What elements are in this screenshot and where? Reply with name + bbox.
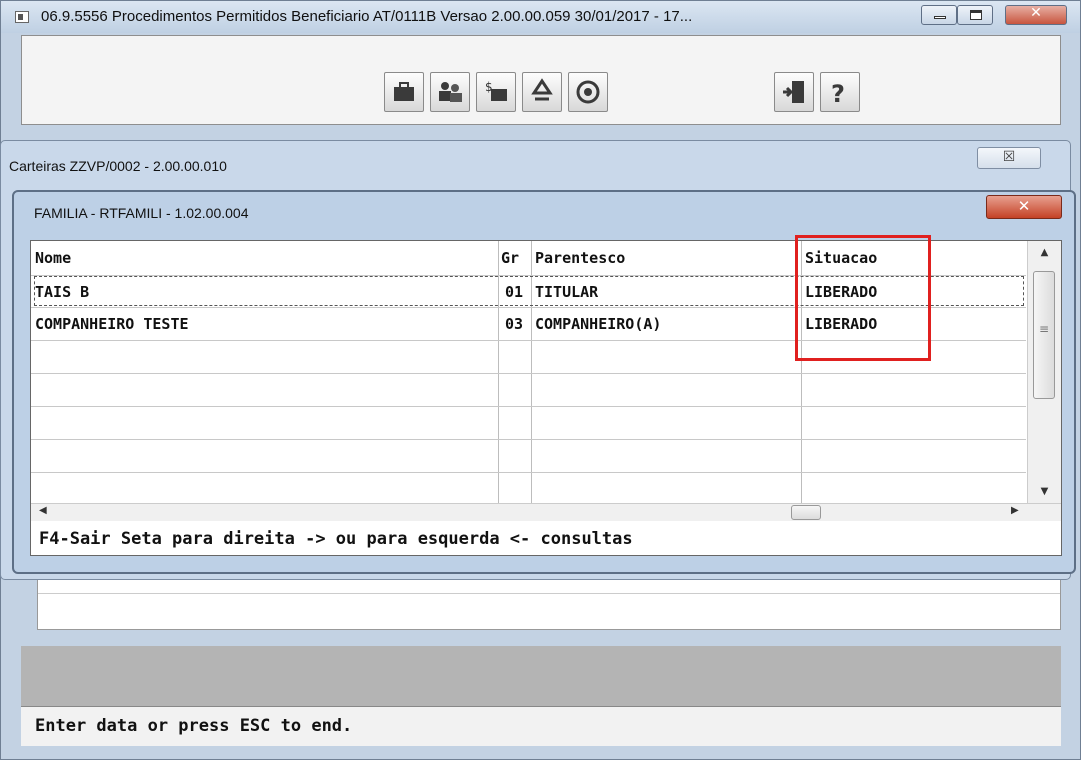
money-button[interactable]: $ xyxy=(476,72,516,112)
close-button[interactable]: ✕ xyxy=(1005,5,1067,25)
app-icon xyxy=(15,11,29,23)
row-line xyxy=(31,373,1026,374)
cell-parentesco: COMPANHEIRO(A) xyxy=(535,315,662,333)
familia-dialog: FAMILIA - RTFAMILI - 1.02.00.004 ✕ Nome … xyxy=(12,190,1076,574)
toolbar: $ ? xyxy=(21,35,1061,125)
cell-parentesco: TITULAR xyxy=(535,283,599,301)
row-line xyxy=(31,472,1026,473)
exit-door-icon xyxy=(783,81,804,103)
status-bar: Enter data or press ESC to end. xyxy=(21,706,1061,746)
familia-close-button[interactable]: ✕ xyxy=(986,195,1062,219)
grip-icon: ≡ xyxy=(1038,322,1050,336)
help-bar: F4-Sair Seta para direita -> ou para esq… xyxy=(31,523,1061,555)
cell-nome: TAIS B xyxy=(35,283,90,301)
main-window-title: 06.9.5556 Procedimentos Permitidos Benef… xyxy=(41,8,693,25)
help-icon: ? xyxy=(831,80,845,108)
briefcase-icon xyxy=(394,82,414,101)
column-header-nome[interactable]: Nome xyxy=(35,249,71,267)
carteiras-window-title: Carteiras ZZVP/0002 - 2.00.00.010 xyxy=(9,158,227,174)
vertical-scrollbar[interactable]: ▲ ≡ ▼ xyxy=(1027,241,1061,503)
help-button[interactable]: ? xyxy=(820,72,860,112)
maximize-button[interactable] xyxy=(957,5,993,25)
lower-grid-row-line xyxy=(38,593,1060,594)
column-header-parentesco[interactable]: Parentesco xyxy=(535,249,625,267)
users-icon xyxy=(439,82,462,102)
recycle-icon xyxy=(531,78,553,101)
scroll-down-arrow-icon[interactable]: ▼ xyxy=(1028,486,1061,497)
gray-strip xyxy=(21,646,1061,706)
carteiras-close-button[interactable]: ☒ xyxy=(977,147,1041,169)
cell-nome: COMPANHEIRO TESTE xyxy=(35,315,189,333)
recycle-button[interactable] xyxy=(522,72,562,112)
familia-dialog-title: FAMILIA - RTFAMILI - 1.02.00.004 xyxy=(34,205,249,221)
svg-text:?: ? xyxy=(831,80,845,108)
horizontal-scrollbar[interactable]: ◀ ▶ xyxy=(31,503,1061,521)
close-icon: ✕ xyxy=(1017,197,1031,215)
scroll-up-arrow-icon[interactable]: ▲ xyxy=(1028,247,1061,258)
horizontal-scroll-thumb[interactable] xyxy=(791,505,821,520)
minimize-icon xyxy=(934,16,946,19)
close-icon: ✕ xyxy=(1030,5,1042,21)
briefcase-button[interactable] xyxy=(384,72,424,112)
users-button[interactable] xyxy=(430,72,470,112)
money-icon: $ xyxy=(485,80,507,101)
family-table: Nome Gr Parentesco Situacao TAIS B 01 TI… xyxy=(30,235,1062,556)
lower-grid-panel xyxy=(37,576,1061,630)
minimize-button[interactable] xyxy=(921,5,957,25)
scroll-right-arrow-icon[interactable]: ▶ xyxy=(1011,505,1019,516)
exit-button[interactable] xyxy=(774,72,814,112)
row-line xyxy=(31,406,1026,407)
maximize-icon xyxy=(970,10,982,20)
scroll-left-arrow-icon[interactable]: ◀ xyxy=(39,505,47,516)
column-header-gr[interactable]: Gr xyxy=(501,249,519,267)
main-titlebar: 06.9.5556 Procedimentos Permitidos Benef… xyxy=(1,1,1080,33)
close-icon: ☒ xyxy=(1002,149,1016,165)
cell-gr: 03 xyxy=(505,315,524,333)
refresh-button[interactable] xyxy=(568,72,608,112)
cell-gr: 01 xyxy=(505,283,524,301)
situacao-highlight-box xyxy=(795,235,931,361)
refresh-icon xyxy=(576,80,600,104)
vertical-scroll-thumb[interactable]: ≡ xyxy=(1033,271,1055,399)
help-text: F4-Sair Seta para direita -> ou para esq… xyxy=(39,529,633,549)
status-text: Enter data or press ESC to end. xyxy=(35,716,353,736)
row-line xyxy=(31,439,1026,440)
